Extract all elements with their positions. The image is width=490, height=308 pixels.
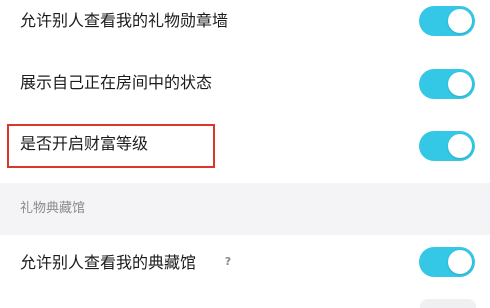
toggle-room-status[interactable] bbox=[419, 69, 475, 99]
setting-row-room-status: 展示自己正在房间中的状态 bbox=[0, 60, 490, 110]
setting-row-collection-visibility: 允许别人查看我的典藏馆 bbox=[0, 235, 490, 295]
toggle-knob bbox=[448, 250, 472, 274]
toggle-knob bbox=[448, 72, 472, 96]
setting-label-room-status: 展示自己正在房间中的状态 bbox=[20, 73, 213, 92]
setting-row-gift-medal-wall: 允许别人查看我的礼物勋章墙 bbox=[0, 0, 490, 52]
setting-label-gift-medal-wall: 允许别人查看我的礼物勋章墙 bbox=[20, 11, 229, 30]
section-title: 礼物典藏馆 bbox=[20, 201, 86, 216]
setting-label-collection-visibility: 允许别人查看我的典藏馆 bbox=[20, 253, 197, 272]
toggle-wealth-level[interactable] bbox=[419, 131, 475, 161]
toggle-knob bbox=[448, 134, 472, 158]
toggle-collection-visibility[interactable] bbox=[419, 247, 475, 277]
question-mark-icon[interactable]: ? bbox=[221, 255, 235, 269]
section-header-gift-collection: 礼物典藏馆 bbox=[0, 183, 490, 235]
next-row-toggle-partial bbox=[420, 299, 476, 308]
toggle-gift-medal-wall[interactable] bbox=[419, 6, 475, 36]
highlight-annotation-box bbox=[7, 124, 215, 168]
toggle-knob bbox=[448, 9, 472, 33]
